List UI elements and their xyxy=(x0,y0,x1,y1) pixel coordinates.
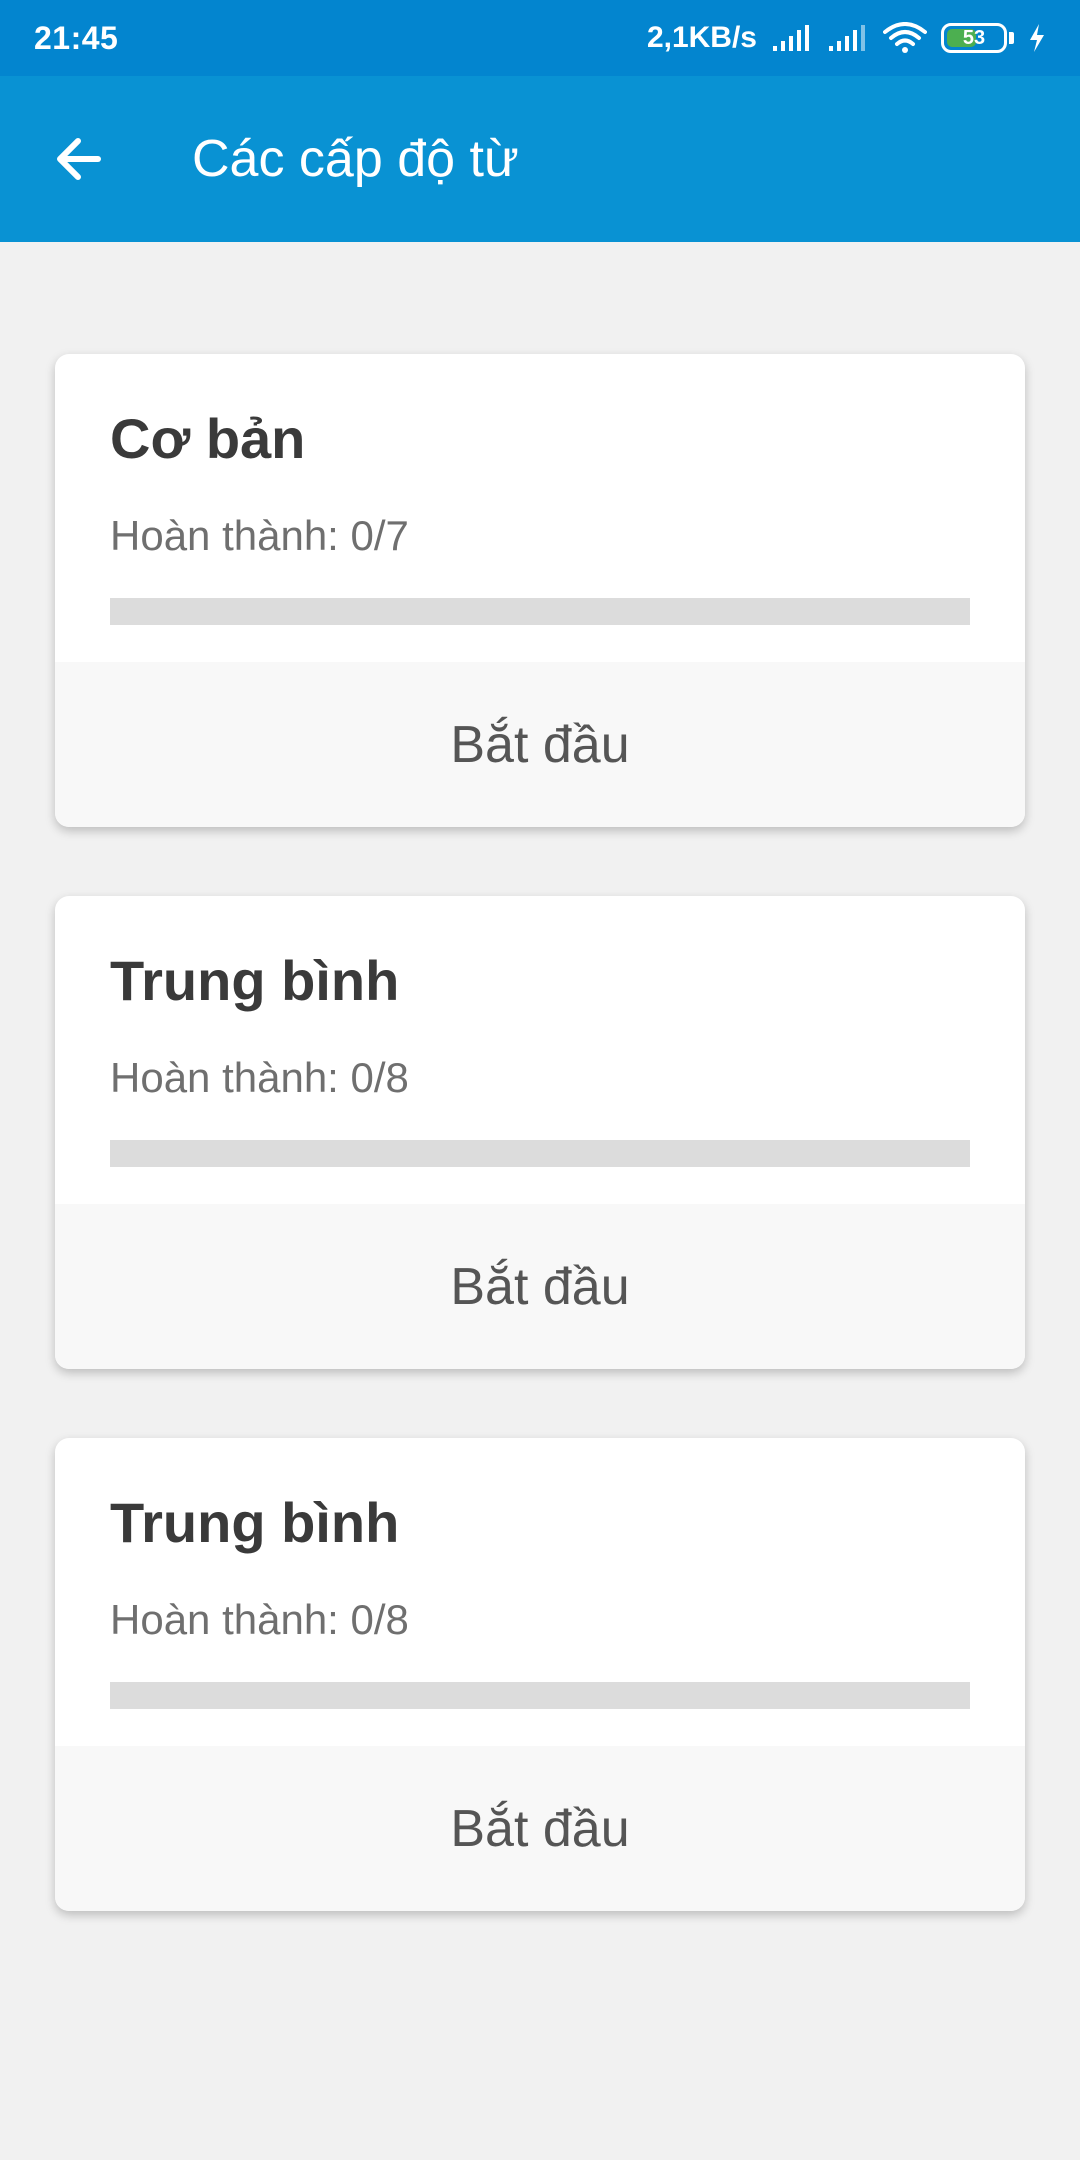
level-progress-bar xyxy=(110,1140,970,1167)
signal-icon xyxy=(827,24,869,52)
level-progress-bar xyxy=(110,1682,970,1709)
page-title: Các cấp độ từ xyxy=(192,130,519,188)
level-progress-text: Hoàn thành: 0/8 xyxy=(110,1054,409,1101)
level-card: Trung bình Hoàn thành: 0/8 Bắt đầu xyxy=(55,896,1025,1369)
level-card: Cơ bản Hoàn thành: 0/7 Bắt đầu xyxy=(55,354,1025,827)
battery-icon: 53 xyxy=(941,23,1014,53)
arrow-back-icon xyxy=(57,138,101,180)
battery-level: 53 xyxy=(962,26,986,49)
app-bar: Các cấp độ từ xyxy=(0,76,1080,242)
level-title: Trung bình xyxy=(110,949,400,1012)
status-right: 2,1KB/s 53 xyxy=(647,21,1046,55)
level-title: Trung bình xyxy=(110,1491,400,1554)
wifi-icon xyxy=(883,22,927,54)
level-card: Trung bình Hoàn thành: 0/8 Bắt đầu xyxy=(55,1438,1025,1911)
level-progress-text: Hoàn thành: 0/7 xyxy=(110,512,409,559)
level-progress-text: Hoàn thành: 0/8 xyxy=(110,1596,409,1643)
signal-icon xyxy=(771,24,813,52)
start-button-label: Bắt đầu xyxy=(450,1257,630,1316)
start-button[interactable]: Bắt đầu xyxy=(55,1204,1025,1369)
level-title: Cơ bản xyxy=(110,407,306,470)
charging-icon xyxy=(1028,23,1046,53)
status-bar: 21:45 2,1KB/s 53 xyxy=(0,0,1080,76)
level-list: Cơ bản Hoàn thành: 0/7 Bắt đầu Trung bìn… xyxy=(55,354,1025,1980)
start-button[interactable]: Bắt đầu xyxy=(55,1746,1025,1911)
level-progress-bar xyxy=(110,598,970,625)
back-button[interactable] xyxy=(38,119,118,199)
status-time: 21:45 xyxy=(34,19,119,56)
start-button-label: Bắt đầu xyxy=(450,1799,630,1858)
start-button[interactable]: Bắt đầu xyxy=(55,662,1025,827)
start-button-label: Bắt đầu xyxy=(450,715,630,774)
network-speed: 2,1KB/s xyxy=(646,21,757,54)
